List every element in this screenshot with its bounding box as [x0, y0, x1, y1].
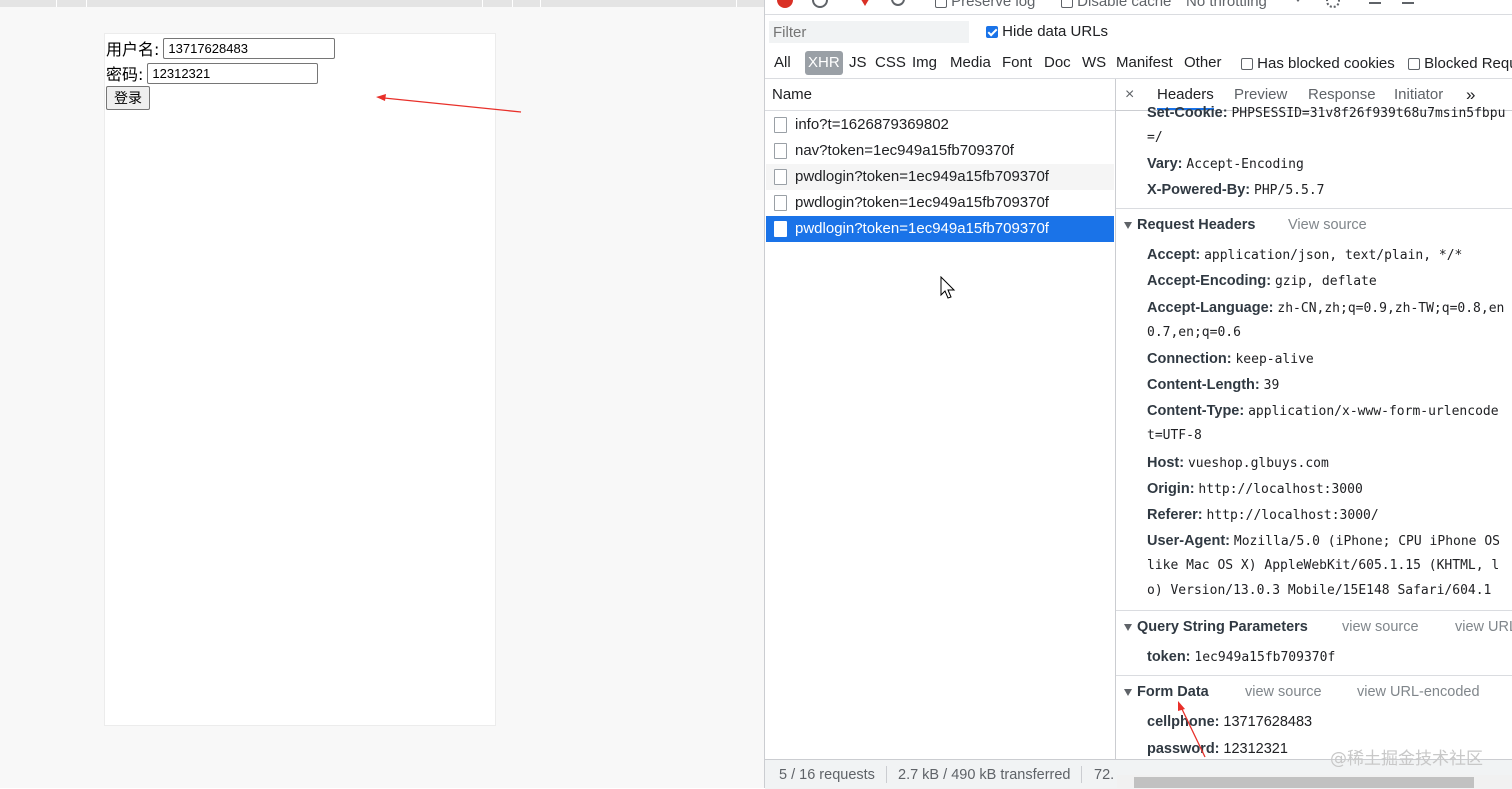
header-accept-language-cont: 0.7,en;q=0.6: [1147, 325, 1241, 340]
import-icon[interactable]: [1369, 2, 1381, 4]
form-data-section[interactable]: Form Data: [1124, 684, 1209, 700]
header-set-cookie: Set-Cookie: PHPSESSID=31v8f26f939t68u7ms…: [1147, 105, 1506, 121]
type-all[interactable]: All: [771, 51, 794, 75]
password-input[interactable]: [147, 62, 319, 84]
has-blocked-cookies-checkbox[interactable]: Has blocked cookies: [1241, 55, 1395, 72]
request-row[interactable]: info?t=1626879369802: [766, 112, 1114, 138]
file-icon: [774, 143, 787, 159]
filter-icon[interactable]: [859, 0, 871, 6]
password-label: 密码:: [106, 65, 144, 84]
mobile-viewport: 用户名: 密码: 登录: [104, 33, 496, 726]
request-detail-pane: × Headers Preview Response Initiator » S…: [1116, 79, 1512, 759]
preserve-log-checkbox[interactable]: Preserve log: [935, 0, 1035, 10]
close-icon[interactable]: ×: [1125, 79, 1134, 110]
header-accept-encoding: Accept-Encoding: gzip, deflate: [1147, 273, 1377, 289]
triangle-down-icon: [1124, 688, 1132, 696]
header-vary: Vary: Accept-Encoding: [1147, 156, 1304, 172]
header-content-length: Content-Length: 39: [1147, 377, 1280, 393]
file-icon: [774, 169, 787, 185]
scrollbar-thumb[interactable]: [1134, 777, 1474, 788]
annotation-arrow-icon: [1178, 701, 1206, 758]
query-view-url-link[interactable]: view URL: [1455, 619, 1512, 635]
horizontal-scrollbar[interactable]: [1117, 775, 1512, 788]
type-img[interactable]: Img: [909, 51, 940, 75]
annotation-arrow-icon: [376, 94, 522, 113]
filter-bar: Hide data URLs: [765, 17, 1512, 47]
filter-input[interactable]: [769, 21, 969, 43]
header-set-cookie-cont: =/: [1147, 130, 1163, 145]
name-column-header[interactable]: Name: [765, 79, 1115, 111]
header-accept: Accept: application/json, text/plain, */…: [1147, 247, 1463, 263]
type-js[interactable]: JS: [846, 51, 870, 75]
page-preview: 用户名: 密码: 登录: [0, 0, 764, 788]
username-input[interactable]: [163, 37, 336, 59]
type-ws[interactable]: WS: [1079, 51, 1109, 75]
hide-data-urls-checkbox[interactable]: Hide data URLs: [986, 23, 1108, 40]
header-host: Host: vueshop.glbuys.com: [1147, 455, 1329, 471]
devtools-network-panel: Preserve log Disable cache No throttling…: [764, 0, 1512, 789]
request-row[interactable]: nav?token=1ec949a15fb709370f: [766, 138, 1114, 164]
type-font[interactable]: Font: [999, 51, 1035, 75]
triangle-down-icon: [1124, 221, 1132, 229]
type-doc[interactable]: Doc: [1041, 51, 1074, 75]
header-user-agent-cont2: o) Version/13.0.3 Mobile/15E148 Safari/6…: [1147, 583, 1492, 598]
view-source-link[interactable]: View source: [1288, 217, 1367, 233]
request-row[interactable]: pwdlogin?token=1ec949a15fb709370f: [766, 190, 1114, 216]
header-content-type: Content-Type: application/x-www-form-url…: [1147, 403, 1499, 419]
header-referer: Referer: http://localhost:3000/: [1147, 507, 1379, 523]
file-icon: [774, 221, 787, 237]
request-headers-section[interactable]: Request Headers: [1124, 217, 1255, 233]
type-css[interactable]: CSS: [872, 51, 909, 75]
type-other[interactable]: Other: [1181, 51, 1225, 75]
type-xhr[interactable]: XHR: [805, 51, 843, 75]
chevron-down-icon: [1295, 0, 1301, 2]
blocked-requests-checkbox[interactable]: Blocked Requ: [1408, 55, 1512, 72]
request-row-selected[interactable]: pwdlogin?token=1ec949a15fb709370f: [766, 216, 1114, 242]
record-icon[interactable]: [777, 0, 793, 8]
header-x-powered-by: X-Powered-By: PHP/5.5.7: [1147, 182, 1325, 198]
header-connection: Connection: keep-alive: [1147, 351, 1314, 367]
header-content-type-cont: t=UTF-8: [1147, 428, 1202, 443]
mouse-cursor-icon: [940, 276, 956, 299]
username-row: 用户名:: [106, 36, 336, 60]
request-count: 5 / 16 requests: [779, 767, 875, 783]
query-string-section[interactable]: Query String Parameters: [1124, 619, 1308, 635]
export-icon[interactable]: [1402, 2, 1414, 4]
query-param-token: token: 1ec949a15fb709370f: [1147, 649, 1336, 665]
throttling-select[interactable]: No throttling: [1186, 0, 1267, 10]
header-accept-language: Accept-Language: zh-CN,zh;q=0.9,zh-TW;q=…: [1147, 300, 1505, 316]
transferred-size: 2.7 kB / 490 kB transferred: [898, 767, 1071, 783]
triangle-down-icon: [1124, 623, 1132, 631]
type-media[interactable]: Media: [947, 51, 994, 75]
login-button[interactable]: 登录: [106, 86, 150, 110]
type-manifest[interactable]: Manifest: [1113, 51, 1176, 75]
form-field-password: password: 12312321: [1147, 741, 1288, 757]
network-toolbar: Preserve log Disable cache No throttling: [765, 0, 1512, 15]
resource-type-filter: All XHR JS CSS Img Media Font Doc WS Man…: [765, 48, 1512, 79]
password-row: 密码:: [106, 61, 319, 85]
file-icon: [774, 117, 787, 133]
form-view-url-encoded-link[interactable]: view URL-encoded: [1357, 684, 1480, 700]
clear-icon[interactable]: [812, 0, 828, 8]
file-icon: [774, 195, 787, 211]
search-icon[interactable]: [891, 0, 905, 6]
disable-cache-checkbox[interactable]: Disable cache: [1061, 0, 1171, 10]
gear-icon[interactable]: [1326, 0, 1340, 8]
form-view-source-link[interactable]: view source: [1245, 684, 1322, 700]
query-view-source-link[interactable]: view source: [1342, 619, 1419, 635]
header-user-agent: User-Agent: Mozilla/5.0 (iPhone; CPU iPh…: [1147, 533, 1500, 549]
resources-size: 72.: [1094, 767, 1115, 783]
page-tab-strip: [0, 0, 764, 7]
watermark: @稀土掘金技术社区: [1330, 749, 1483, 769]
username-label: 用户名:: [106, 40, 160, 59]
header-user-agent-cont1: like Mac OS X) AppleWebKit/605.1.15 (KHT…: [1147, 558, 1500, 573]
request-list: Name info?t=1626879369802 nav?token=1ec9…: [765, 79, 1116, 759]
request-row[interactable]: pwdlogin?token=1ec949a15fb709370f: [766, 164, 1114, 190]
header-origin: Origin: http://localhost:3000: [1147, 481, 1363, 497]
